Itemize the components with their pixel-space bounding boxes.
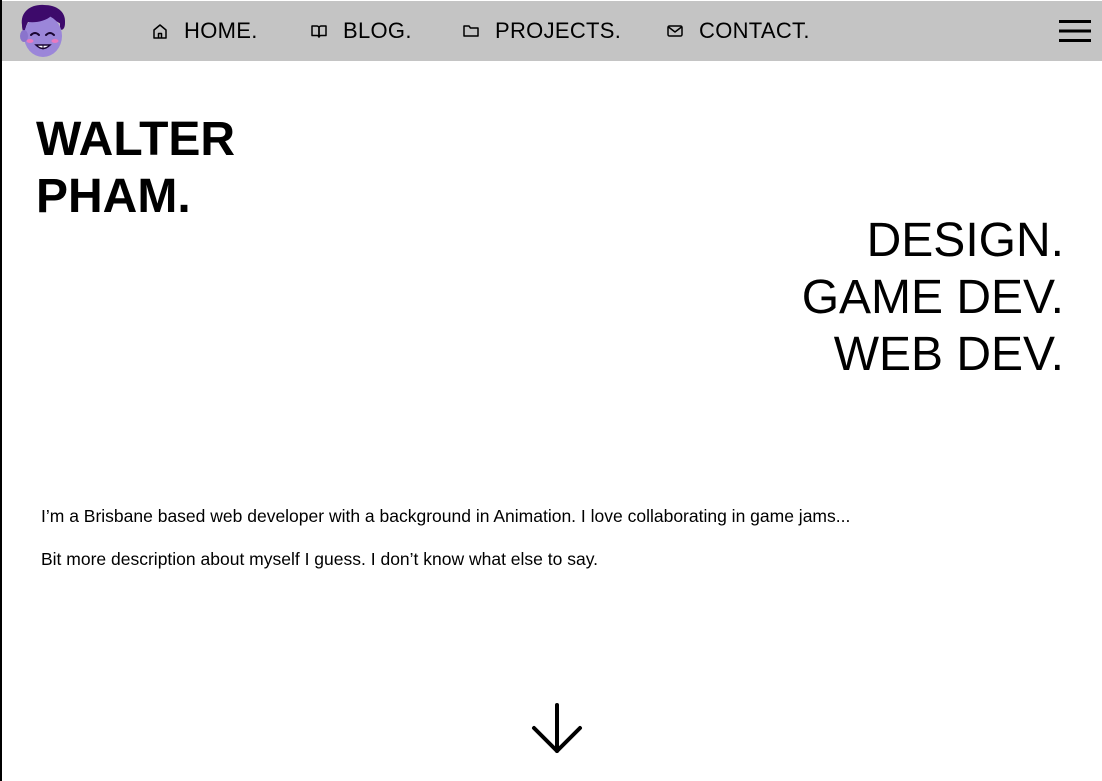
nav-home-label: HOME. xyxy=(184,18,258,43)
nav-projects-link[interactable]: PROJECTS. xyxy=(461,1,621,61)
role-web-dev: WEB DEV. xyxy=(833,328,1064,381)
folder-icon xyxy=(461,21,481,41)
page: HOME. BLOG. PROJECTS. CONTACT. WALTER PH… xyxy=(0,0,1102,781)
role-design: DESIGN. xyxy=(866,214,1064,267)
mail-icon xyxy=(665,21,685,41)
role-game-dev: GAME DEV. xyxy=(801,271,1064,324)
top-navbar: HOME. BLOG. PROJECTS. CONTACT. xyxy=(2,1,1102,61)
hamburger-menu-icon[interactable] xyxy=(1059,18,1091,44)
book-icon xyxy=(309,21,329,41)
nav-contact-link[interactable]: CONTACT. xyxy=(665,1,810,61)
nav-contact-label: CONTACT. xyxy=(699,18,810,43)
nav-blog-link[interactable]: BLOG. xyxy=(309,1,412,61)
arrow-down-icon[interactable] xyxy=(529,702,585,758)
hero-name-first: WALTER xyxy=(36,113,236,166)
nav-home-link[interactable]: HOME. xyxy=(150,1,258,61)
bio-paragraph: Bit more description about myself I gues… xyxy=(41,549,599,569)
hero-name: WALTER PHAM. xyxy=(36,111,235,225)
bio-section: I’m a Brisbane based web developer with … xyxy=(41,505,850,591)
home-icon xyxy=(150,21,170,41)
bio-paragraph: I’m a Brisbane based web developer with … xyxy=(41,506,851,526)
hero-roles: DESIGN. GAME DEV. WEB DEV. xyxy=(802,212,1064,383)
hero-name-last: PHAM. xyxy=(36,170,191,223)
avatar-icon[interactable] xyxy=(16,3,68,59)
nav-blog-label: BLOG. xyxy=(343,18,412,43)
nav-projects-label: PROJECTS. xyxy=(495,18,622,43)
